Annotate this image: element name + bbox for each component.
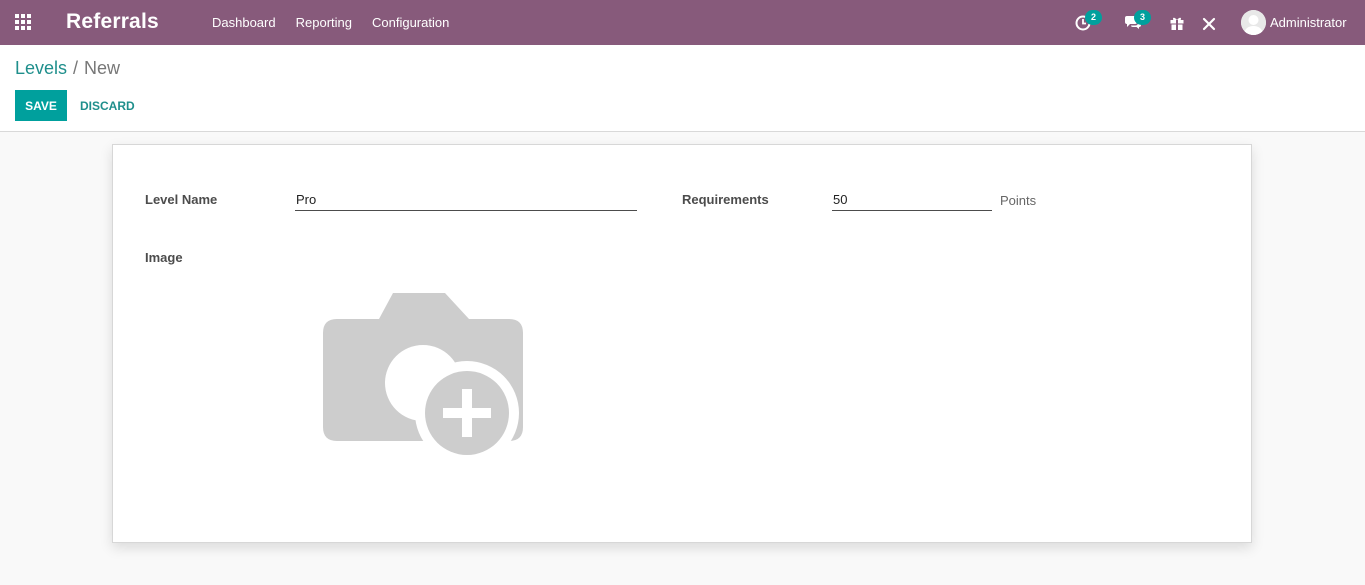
user-menu[interactable]: Administrator: [1241, 9, 1347, 35]
main-menu: Dashboard Reporting Configuration: [212, 15, 449, 30]
level-name-input[interactable]: [295, 189, 637, 211]
activity-count-badge: 2: [1085, 10, 1102, 25]
image-label: Image: [145, 250, 183, 265]
breadcrumb-current: New: [84, 58, 121, 78]
messages-button[interactable]: 3: [1124, 10, 1151, 33]
image-upload-placeholder[interactable]: [323, 293, 525, 471]
control-panel: Levels / New SAVE DISCARD: [0, 45, 1365, 132]
top-navbar: Referrals Dashboard Reporting Configurat…: [0, 0, 1365, 45]
tools-icon: [1202, 17, 1216, 31]
activity-button[interactable]: 2: [1075, 10, 1102, 33]
breadcrumb-levels-link[interactable]: Levels: [15, 58, 67, 78]
requirements-input[interactable]: [832, 189, 992, 211]
avatar: [1241, 9, 1266, 35]
user-avatar-icon: [1241, 9, 1266, 35]
gift-icon: [1170, 17, 1184, 30]
level-name-label: Level Name: [145, 192, 218, 207]
app-title[interactable]: Referrals: [66, 10, 159, 34]
apps-menu-icon[interactable]: [15, 14, 33, 30]
user-name: Administrator: [1270, 14, 1347, 30]
menu-item-configuration[interactable]: Configuration: [372, 15, 449, 30]
requirements-label: Requirements: [682, 192, 769, 207]
breadcrumb: Levels / New: [15, 58, 120, 79]
message-count-badge: 3: [1134, 10, 1151, 25]
form-sheet: Level Name Requirements Points Image: [112, 144, 1252, 543]
breadcrumb-separator: /: [73, 58, 79, 78]
camera-add-icon: [323, 293, 523, 465]
requirements-suffix: Points: [1000, 193, 1037, 208]
menu-item-dashboard[interactable]: Dashboard: [212, 15, 276, 30]
menu-item-reporting[interactable]: Reporting: [296, 15, 352, 30]
debug-tools-button[interactable]: [1202, 13, 1222, 33]
discard-button[interactable]: DISCARD: [73, 90, 142, 121]
save-button[interactable]: SAVE: [15, 90, 67, 121]
gift-button[interactable]: [1169, 13, 1189, 33]
